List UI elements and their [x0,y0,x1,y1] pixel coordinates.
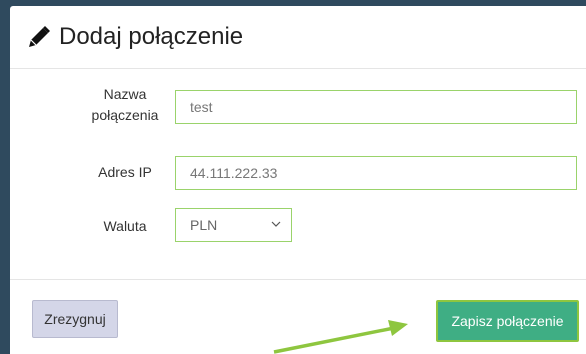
add-connection-modal: Dodaj połączenie Nazwa połączenia test A… [10,6,586,354]
currency-select[interactable]: PLN [175,208,292,242]
modal-header: Dodaj połączenie [10,6,586,69]
connection-name-label-line1: Nazwa [103,86,147,102]
modal-title: Dodaj połączenie [59,23,244,50]
connection-name-label-line2: połączenia [91,107,159,123]
save-connection-button[interactable]: Zapisz połączenie [436,300,579,342]
currency-selected-value: PLN [190,217,218,233]
connection-name-label: Nazwa połączenia [90,84,160,126]
chevron-down-icon [271,221,281,227]
ip-address-input[interactable]: 44.111.222.33 [175,156,577,190]
cancel-button[interactable]: Zrezygnuj [32,300,118,338]
footer-divider [10,279,586,280]
connection-name-input[interactable]: test [175,90,577,124]
pencil-icon [29,26,50,47]
ip-address-label: Adres IP [98,164,152,180]
annotation-arrow-icon [273,320,408,354]
currency-label: Waluta [103,218,147,234]
